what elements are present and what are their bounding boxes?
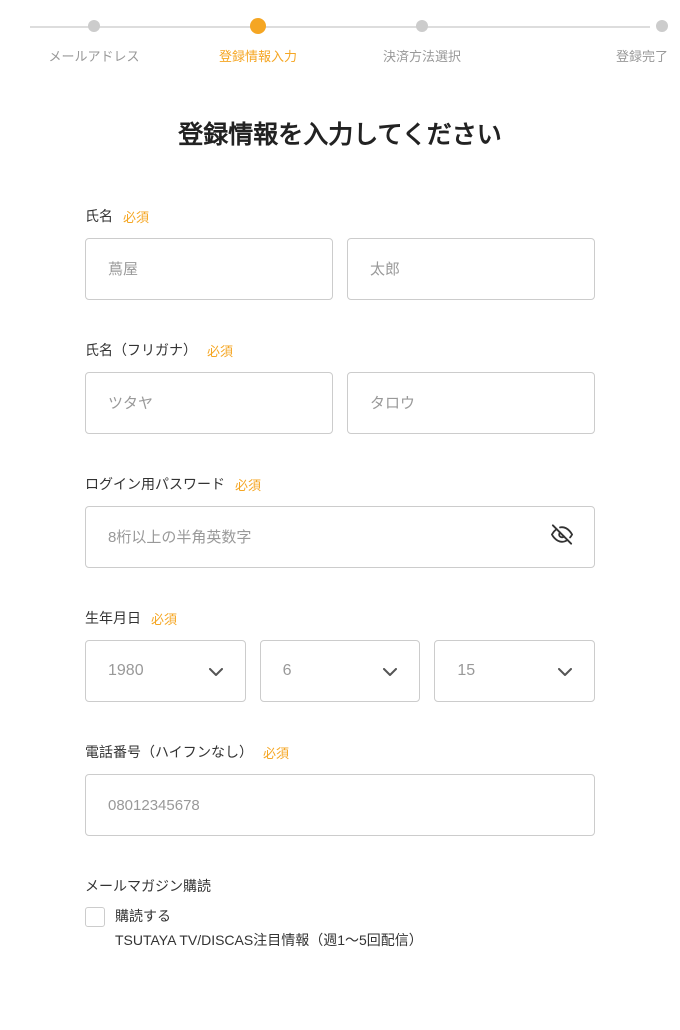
- step-label: 決済方法選択: [383, 46, 461, 65]
- step-dot: [416, 20, 428, 32]
- toggle-password-visibility-icon[interactable]: [551, 524, 573, 551]
- chevron-down-icon: [558, 663, 572, 679]
- phone-field-group: 電話番号（ハイフンなし） 必須: [85, 742, 595, 836]
- magazine-field-group: メールマガジン購読 購読する TSUTAYA TV/DISCAS注目情報（週1～…: [85, 876, 595, 950]
- password-input[interactable]: [85, 506, 595, 568]
- step-email: メールアドレス: [12, 20, 176, 65]
- step-label: 登録情報入力: [219, 46, 297, 65]
- step-registration: 登録情報入力: [176, 20, 340, 65]
- required-badge: 必須: [123, 207, 149, 226]
- step-payment: 決済方法選択: [340, 20, 504, 65]
- birth-year-select[interactable]: 1980: [85, 640, 246, 702]
- birth-year-value: 1980: [108, 662, 144, 680]
- step-dot: [656, 20, 668, 32]
- birthday-field-group: 生年月日 必須 1980 6: [85, 608, 595, 702]
- chevron-down-icon: [209, 663, 223, 679]
- required-badge: 必須: [151, 609, 177, 628]
- required-badge: 必須: [263, 743, 289, 762]
- step-label: 登録完了: [616, 46, 668, 65]
- name-label: 氏名: [85, 206, 113, 226]
- phone-label: 電話番号（ハイフンなし）: [85, 742, 253, 762]
- chevron-down-icon: [383, 663, 397, 679]
- step-dot-active: [250, 18, 266, 34]
- furigana-label: 氏名（フリガナ）: [85, 340, 197, 360]
- step-dot: [88, 20, 100, 32]
- required-badge: 必須: [235, 475, 261, 494]
- first-name-input[interactable]: [347, 238, 595, 300]
- step-complete: 登録完了: [504, 20, 668, 65]
- page-title: 登録情報を入力してください: [85, 115, 595, 151]
- birth-month-value: 6: [283, 662, 292, 680]
- magazine-checkbox-label: 購読する: [115, 906, 423, 926]
- first-furigana-input[interactable]: [347, 372, 595, 434]
- magazine-description: TSUTAYA TV/DISCAS注目情報（週1～5回配信）: [115, 930, 423, 950]
- last-furigana-input[interactable]: [85, 372, 333, 434]
- magazine-label: メールマガジン購読: [85, 876, 211, 896]
- birth-day-value: 15: [457, 662, 475, 680]
- birth-day-select[interactable]: 15: [434, 640, 595, 702]
- magazine-checkbox[interactable]: [85, 907, 105, 927]
- phone-input[interactable]: [85, 774, 595, 836]
- birthday-label: 生年月日: [85, 608, 141, 628]
- password-field-group: ログイン用パスワード 必須: [85, 474, 595, 568]
- step-label: メールアドレス: [48, 46, 139, 65]
- password-label: ログイン用パスワード: [85, 474, 225, 494]
- furigana-field-group: 氏名（フリガナ） 必須: [85, 340, 595, 434]
- name-field-group: 氏名 必須: [85, 206, 595, 300]
- required-badge: 必須: [207, 341, 233, 360]
- progress-stepper: メールアドレス 登録情報入力 決済方法選択 登録完了: [0, 0, 680, 65]
- birth-month-select[interactable]: 6: [260, 640, 421, 702]
- last-name-input[interactable]: [85, 238, 333, 300]
